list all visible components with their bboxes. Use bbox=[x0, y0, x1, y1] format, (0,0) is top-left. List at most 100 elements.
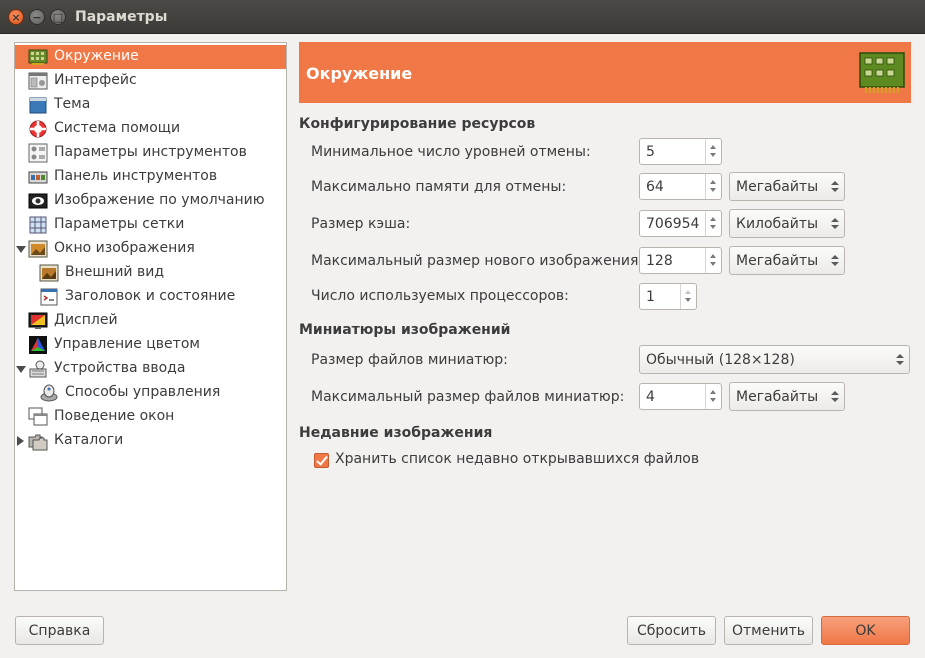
tree-item-title-status[interactable]: Заголовок и состояние bbox=[15, 285, 286, 309]
theme-icon bbox=[29, 97, 47, 114]
cache-size-unit-combo[interactable]: Килобайты bbox=[729, 209, 845, 238]
tree-item-label: Внешний вид bbox=[65, 264, 165, 280]
combo-arrows-icon bbox=[896, 354, 904, 366]
default-image-icon bbox=[28, 193, 48, 209]
tree-item-tool-options[interactable]: Параметры инструментов bbox=[15, 141, 286, 165]
spin-value: 5 bbox=[646, 144, 655, 160]
decrement-icon[interactable] bbox=[710, 262, 716, 266]
spin-arrows[interactable] bbox=[705, 211, 721, 236]
tree-item-label: Заголовок и состояние bbox=[65, 288, 236, 304]
tree-item-input-controllers[interactable]: Способы управления bbox=[15, 381, 286, 405]
recent-images-section-title: Недавние изображения bbox=[299, 425, 493, 441]
tree-item-input-devices[interactable]: Устройства ввода bbox=[15, 357, 286, 381]
max-new-image-size-spinbutton[interactable]: 128 bbox=[639, 247, 722, 274]
preferences-category-tree[interactable]: Окружение Интерфейс Тема Система помощи … bbox=[14, 42, 287, 591]
expander-arrow-down-icon[interactable] bbox=[16, 366, 26, 373]
tree-item-theme[interactable]: Тема bbox=[15, 93, 286, 117]
tree-item-label: Панель инструментов bbox=[54, 168, 218, 184]
increment-icon[interactable] bbox=[710, 145, 716, 149]
resources-section-title: Конфигурирование ресурсов bbox=[299, 116, 536, 132]
max-new-image-size-unit-combo[interactable]: Мегабайты bbox=[729, 246, 845, 275]
spin-arrows[interactable] bbox=[705, 174, 721, 199]
input-devices-icon bbox=[29, 360, 47, 378]
environment-icon bbox=[28, 49, 48, 65]
input-controllers-icon bbox=[40, 384, 58, 402]
window-management-icon bbox=[28, 407, 48, 426]
close-window-button[interactable]: × bbox=[8, 9, 24, 25]
decrement-icon[interactable] bbox=[710, 153, 716, 157]
keep-recent-files-label[interactable]: Хранить список недавно открывавшихся фай… bbox=[335, 451, 699, 467]
spin-arrows[interactable] bbox=[680, 284, 696, 309]
decrement-icon[interactable] bbox=[710, 398, 716, 402]
image-window-icon bbox=[28, 240, 48, 258]
tree-item-display[interactable]: Дисплей bbox=[15, 309, 286, 333]
tree-item-interface[interactable]: Интерфейс bbox=[15, 69, 286, 93]
spin-value: 706954 bbox=[646, 216, 700, 232]
combo-value: Килобайты bbox=[736, 216, 819, 232]
tree-item-environment[interactable]: Окружение bbox=[15, 45, 286, 69]
tree-item-label: Поведение окон bbox=[54, 408, 175, 424]
undo-levels-spinbutton[interactable]: 5 bbox=[639, 138, 722, 165]
folders-icon bbox=[28, 434, 48, 451]
tree-item-folders[interactable]: Каталоги bbox=[15, 429, 286, 453]
combo-value: Мегабайты bbox=[736, 179, 819, 195]
increment-icon[interactable] bbox=[685, 290, 691, 294]
cancel-button[interactable]: Отменить bbox=[724, 616, 813, 645]
tree-item-default-image[interactable]: Изображение по умолчанию bbox=[15, 189, 286, 213]
max-thumbnail-file-size-label: Максимальный размер файлов миниатюр: bbox=[311, 389, 625, 405]
spin-arrows[interactable] bbox=[705, 139, 721, 164]
increment-icon[interactable] bbox=[710, 180, 716, 184]
keep-recent-files-checkbox[interactable] bbox=[314, 453, 329, 468]
help-button[interactable]: Справка bbox=[15, 616, 104, 645]
combo-value: Обычный (128×128) bbox=[646, 352, 795, 368]
expander-arrow-right-icon[interactable] bbox=[17, 436, 24, 446]
tree-item-toolbox[interactable]: Панель инструментов bbox=[15, 165, 286, 189]
tree-item-label: Изображение по умолчанию bbox=[54, 192, 265, 208]
undo-memory-spinbutton[interactable]: 64 bbox=[639, 173, 722, 200]
title-status-icon bbox=[40, 288, 58, 306]
display-icon bbox=[28, 312, 48, 329]
interface-icon bbox=[28, 72, 48, 90]
environment-page: Окружение Конфигурирование ресурсов Мини… bbox=[299, 42, 911, 602]
tree-item-label: Каталоги bbox=[54, 432, 124, 448]
tree-item-label: Параметры сетки bbox=[54, 216, 185, 232]
window-title: Параметры bbox=[75, 9, 168, 25]
tree-item-color-management[interactable]: Управление цветом bbox=[15, 333, 286, 357]
minimize-window-button[interactable]: − bbox=[29, 9, 45, 25]
help-system-icon bbox=[29, 120, 47, 138]
tree-item-window-management[interactable]: Поведение окон bbox=[15, 405, 286, 429]
cache-size-spinbutton[interactable]: 706954 bbox=[639, 210, 722, 237]
increment-icon[interactable] bbox=[710, 390, 716, 394]
decrement-icon[interactable] bbox=[685, 298, 691, 302]
maximize-window-button[interactable]: □ bbox=[50, 9, 66, 25]
processors-label: Число используемых процессоров: bbox=[311, 288, 569, 304]
tree-item-help-system[interactable]: Система помощи bbox=[15, 117, 286, 141]
increment-icon[interactable] bbox=[710, 254, 716, 258]
reset-button[interactable]: Сбросить bbox=[627, 616, 716, 645]
max-thumbnail-file-size-spinbutton[interactable]: 4 bbox=[639, 383, 722, 410]
thumbnail-size-combo[interactable]: Обычный (128×128) bbox=[639, 345, 910, 374]
decrement-icon[interactable] bbox=[710, 225, 716, 229]
combo-value: Мегабайты bbox=[736, 389, 819, 405]
tree-item-label: Система помощи bbox=[54, 120, 181, 136]
spin-value: 1 bbox=[646, 289, 655, 305]
increment-icon[interactable] bbox=[710, 217, 716, 221]
expander-arrow-down-icon[interactable] bbox=[16, 246, 26, 253]
processors-spinbutton[interactable]: 1 bbox=[639, 283, 697, 310]
max-thumbnail-file-size-unit-combo[interactable]: Мегабайты bbox=[729, 382, 845, 411]
thumbnail-size-label: Размер файлов миниатюр: bbox=[311, 352, 508, 368]
spin-arrows[interactable] bbox=[705, 248, 721, 273]
combo-arrows-icon bbox=[831, 218, 839, 230]
tree-item-appearance[interactable]: Внешний вид bbox=[15, 261, 286, 285]
tree-item-image-window[interactable]: Окно изображения bbox=[15, 237, 286, 261]
undo-memory-unit-combo[interactable]: Мегабайты bbox=[729, 172, 845, 201]
tree-item-label: Способы управления bbox=[65, 384, 221, 400]
ok-button[interactable]: OK bbox=[821, 616, 910, 645]
spin-arrows[interactable] bbox=[705, 384, 721, 409]
decrement-icon[interactable] bbox=[710, 188, 716, 192]
page-header: Окружение bbox=[299, 42, 911, 103]
undo-levels-label: Минимальное число уровней отмены: bbox=[311, 144, 591, 160]
tree-item-label: Управление цветом bbox=[54, 336, 200, 352]
spin-value: 64 bbox=[646, 179, 664, 195]
tree-item-grid[interactable]: Параметры сетки bbox=[15, 213, 286, 237]
